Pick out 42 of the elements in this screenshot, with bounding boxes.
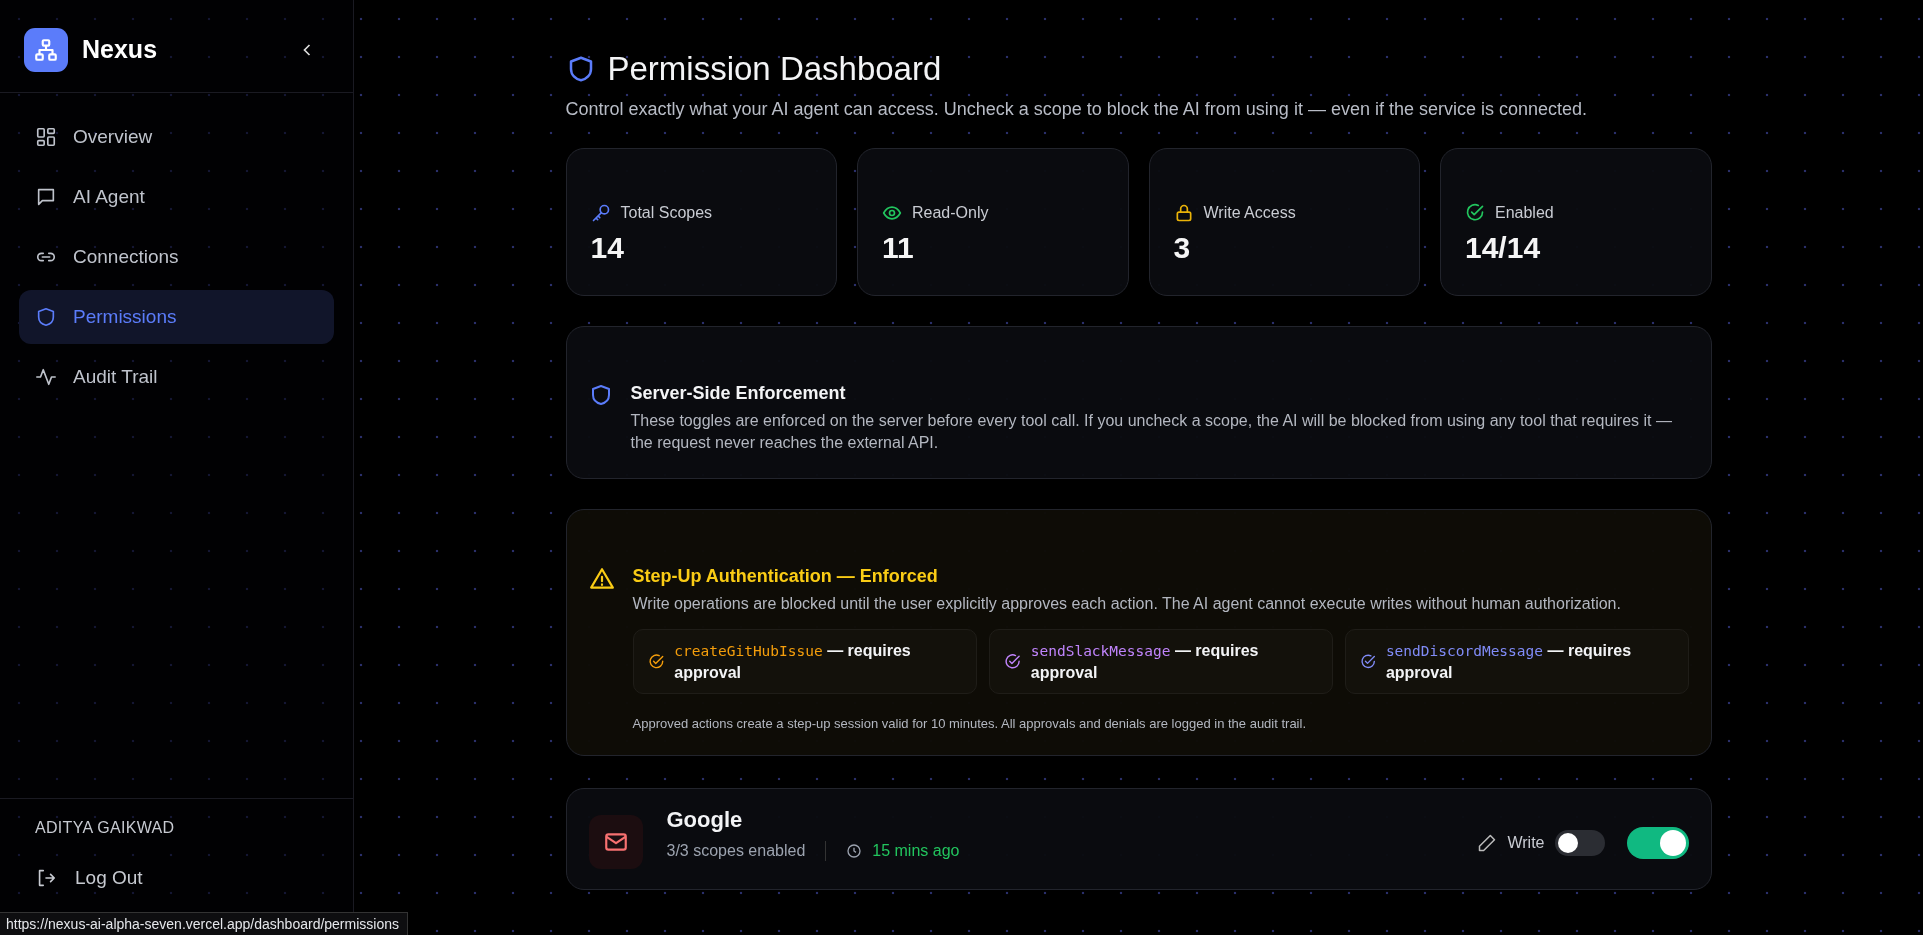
approval-text: createGitHubIssue — requires approval	[674, 641, 912, 683]
chat-icon	[35, 186, 57, 208]
nav-item[interactable]: Connections	[19, 230, 334, 284]
last-used-time: 15 mins ago	[872, 842, 960, 860]
stat-label: Total Scopes	[620, 204, 713, 222]
stat-value: 11	[882, 231, 915, 265]
grid-icon	[35, 126, 57, 148]
nav-item[interactable]: Audit Trail	[19, 350, 334, 404]
warning-icon	[588, 566, 615, 592]
stat-value: 14/14	[1465, 231, 1542, 265]
write-label: Write	[1507, 834, 1545, 852]
status-bar-url: https://nexus-ai-alpha-seven.vercel.app/dashboard/permissions	[0, 912, 408, 935]
stat-label: Enabled	[1495, 204, 1554, 222]
logo-icon	[24, 27, 68, 72]
pencil-icon	[1477, 833, 1498, 853]
clock-icon	[846, 843, 863, 859]
scope-count: 3/3 scopes enabled	[666, 842, 806, 860]
approval-text: sendSlackMessage — requires approval	[1030, 641, 1260, 683]
step-up-note: Approved actions create a step-up session valid for 10 minutes. All approvals and denials are logged in the audit trail.	[632, 716, 1307, 731]
enforcement-text: These toggles are enforced on the server before every tool call. If you uncheck a scope, the AI will be blocked from using any tool that requires it — the request never reaches the external API.	[630, 411, 1673, 453]
stat-label: Read-Only	[912, 204, 989, 222]
service-name: Google	[666, 807, 744, 833]
nav-item[interactable]: AI Agent	[19, 170, 334, 224]
stat-label: Write Access	[1203, 204, 1296, 222]
page-subtitle: Control exactly what your AI agent can access. Uncheck a scope to block the AI from using it — even if the service is connected.	[565, 98, 1589, 121]
write-toggle[interactable]	[1554, 830, 1605, 856]
shield-icon	[35, 306, 57, 328]
service-toggle[interactable]	[1626, 827, 1689, 859]
step-up-title: Step-Up Authentication — Enforced	[632, 566, 939, 587]
pulse-icon	[35, 366, 57, 388]
approval-text: sendDiscordMessage — requires approval	[1385, 641, 1633, 683]
enforcement-title: Server-Side Enforcement	[630, 383, 847, 404]
logout-button[interactable]: Log Out	[35, 867, 318, 889]
nav-item[interactable]: Overview	[19, 110, 334, 164]
nav-item[interactable]: Permissions	[19, 290, 334, 344]
brand-name: Nexus	[82, 35, 159, 64]
stat-value: 14	[590, 231, 625, 265]
step-up-text: Write operations are blocked until the user explicitly approves each action. The AI agent cannot execute writes without human authorization.	[632, 594, 1622, 614]
stat-value: 3	[1173, 231, 1192, 265]
page-title: Permission Dashboard	[607, 50, 942, 88]
user-name: ADITYA GAIKWAD	[35, 819, 176, 837]
mail-icon	[588, 815, 643, 869]
